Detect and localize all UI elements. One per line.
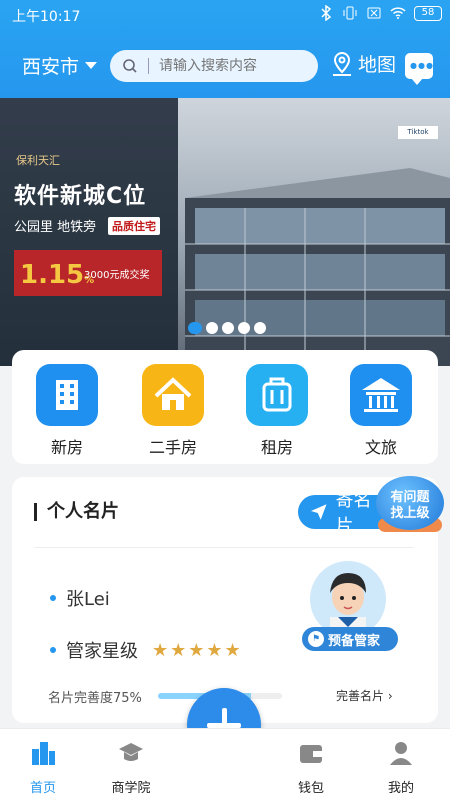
banner-subtitle: 公园里 地铁旁 (14, 220, 97, 235)
tab-wallet[interactable]: 钱包 (276, 739, 346, 796)
bluetooth-icon (321, 5, 332, 21)
card-divider (34, 547, 414, 548)
tab-home[interactable]: 首页 (8, 739, 78, 796)
flag-icon: ⚑ (308, 631, 324, 647)
carousel-dots[interactable] (188, 322, 266, 334)
map-label: 地图 (358, 54, 397, 76)
search-box[interactable] (110, 50, 318, 82)
quick-nav-card: 新房 二手房 租房 文旅 (12, 350, 438, 464)
promo-amount: 3000元成交奖 (84, 270, 150, 281)
help-text: 有问题 找上级 (390, 490, 430, 521)
quick-nav-new-house[interactable]: 新房 (36, 364, 98, 458)
message-icon: ●●● (410, 61, 434, 70)
no-sim-icon (367, 7, 381, 19)
user-icon (390, 742, 412, 765)
banner-brand: 保利天汇 (16, 154, 60, 167)
card-title: 个人名片 (34, 503, 119, 521)
tab-label: 我的 (387, 781, 414, 796)
vibrate-icon (343, 6, 357, 20)
wifi-icon (390, 7, 406, 19)
card-name: 张Lei (66, 589, 110, 610)
card-level-row: 管家星级 ★★★★★ (50, 637, 243, 663)
banner-logo: Tiktok (398, 126, 438, 139)
wallet-icon (300, 745, 322, 763)
suitcase-icon (246, 364, 308, 426)
pavilion-icon (350, 364, 412, 426)
avatar[interactable] (310, 561, 386, 637)
help-float-button[interactable]: 有问题 找上级 (374, 468, 446, 536)
banner-text-panel: 保利天汇 软件新城C位 公园里 地铁旁 品质住宅 1.15% 3000元成交奖 (0, 98, 178, 366)
carousel-dot[interactable] (238, 322, 250, 334)
tab-label: 首页 (29, 781, 56, 796)
banner-promo-box: 1.15% 3000元成交奖 (14, 250, 162, 296)
bullet-icon (50, 647, 56, 653)
carousel-dot[interactable] (206, 322, 218, 334)
steward-label: 预备管家 (328, 633, 381, 649)
send-icon (310, 504, 327, 520)
steward-badge: ⚑ 预备管家 (302, 627, 398, 651)
tab-academy[interactable]: 商学院 (96, 739, 166, 796)
map-pin-icon (333, 51, 351, 76)
promo-banner[interactable]: 保利天汇 软件新城C位 公园里 地铁旁 品质住宅 1.15% 3000元成交奖 … (0, 98, 450, 366)
carousel-dot[interactable] (188, 322, 202, 334)
complete-card-link[interactable]: 完善名片 › (336, 687, 393, 704)
promo-rate-value: 1.15 (20, 260, 85, 290)
map-button[interactable]: 地图 (330, 50, 396, 77)
help-bubble: 有问题 找上级 (376, 476, 444, 530)
city-label: 西安市 (22, 56, 80, 78)
card-name-row: 张Lei (50, 585, 110, 611)
tab-label: 商学院 (111, 781, 151, 796)
card-level-label: 管家星级 (66, 641, 138, 662)
city-icon (32, 742, 55, 765)
house-icon (142, 364, 204, 426)
chevron-down-icon (85, 62, 98, 69)
quick-nav-label: 租房 (260, 438, 293, 457)
quick-nav-rent[interactable]: 租房 (246, 364, 308, 458)
banner-tag: 品质住宅 (108, 217, 160, 235)
quick-nav-second-hand[interactable]: 二手房 (142, 364, 204, 458)
search-separator (148, 58, 149, 74)
tab-profile[interactable]: 我的 (366, 739, 436, 796)
quick-nav-label: 新房 (50, 438, 83, 457)
header-bar: 上午10:17 58 西安市 地图 ●●● (0, 0, 450, 98)
bullet-icon (50, 595, 56, 601)
city-selector[interactable]: 西安市 (22, 52, 98, 79)
battery-icon: 58 (414, 5, 442, 21)
banner-title: 软件新城C位 (14, 184, 147, 209)
status-icons: 58 (318, 5, 442, 21)
quick-nav-culture-tourism[interactable]: 文旅 (350, 364, 412, 458)
building-icon (36, 364, 98, 426)
message-button[interactable]: ●●● (405, 53, 434, 85)
carousel-dot[interactable] (254, 322, 266, 334)
status-bar: 上午10:17 58 (0, 0, 450, 30)
building-image (185, 168, 450, 366)
quick-nav-label: 文旅 (364, 438, 397, 457)
completion-label: 名片完善度75% (48, 691, 142, 706)
tab-label: 钱包 (297, 781, 324, 796)
search-input[interactable] (159, 58, 299, 74)
status-time: 上午10:17 (12, 9, 81, 25)
graduation-cap-icon (119, 743, 143, 761)
bottom-nav: 首页 商学院 钱包 我的 (0, 728, 450, 800)
quick-nav-label: 二手房 (148, 438, 197, 457)
search-icon (123, 59, 137, 73)
star-rating: ★★★★★ (152, 639, 243, 661)
carousel-dot[interactable] (222, 322, 234, 334)
